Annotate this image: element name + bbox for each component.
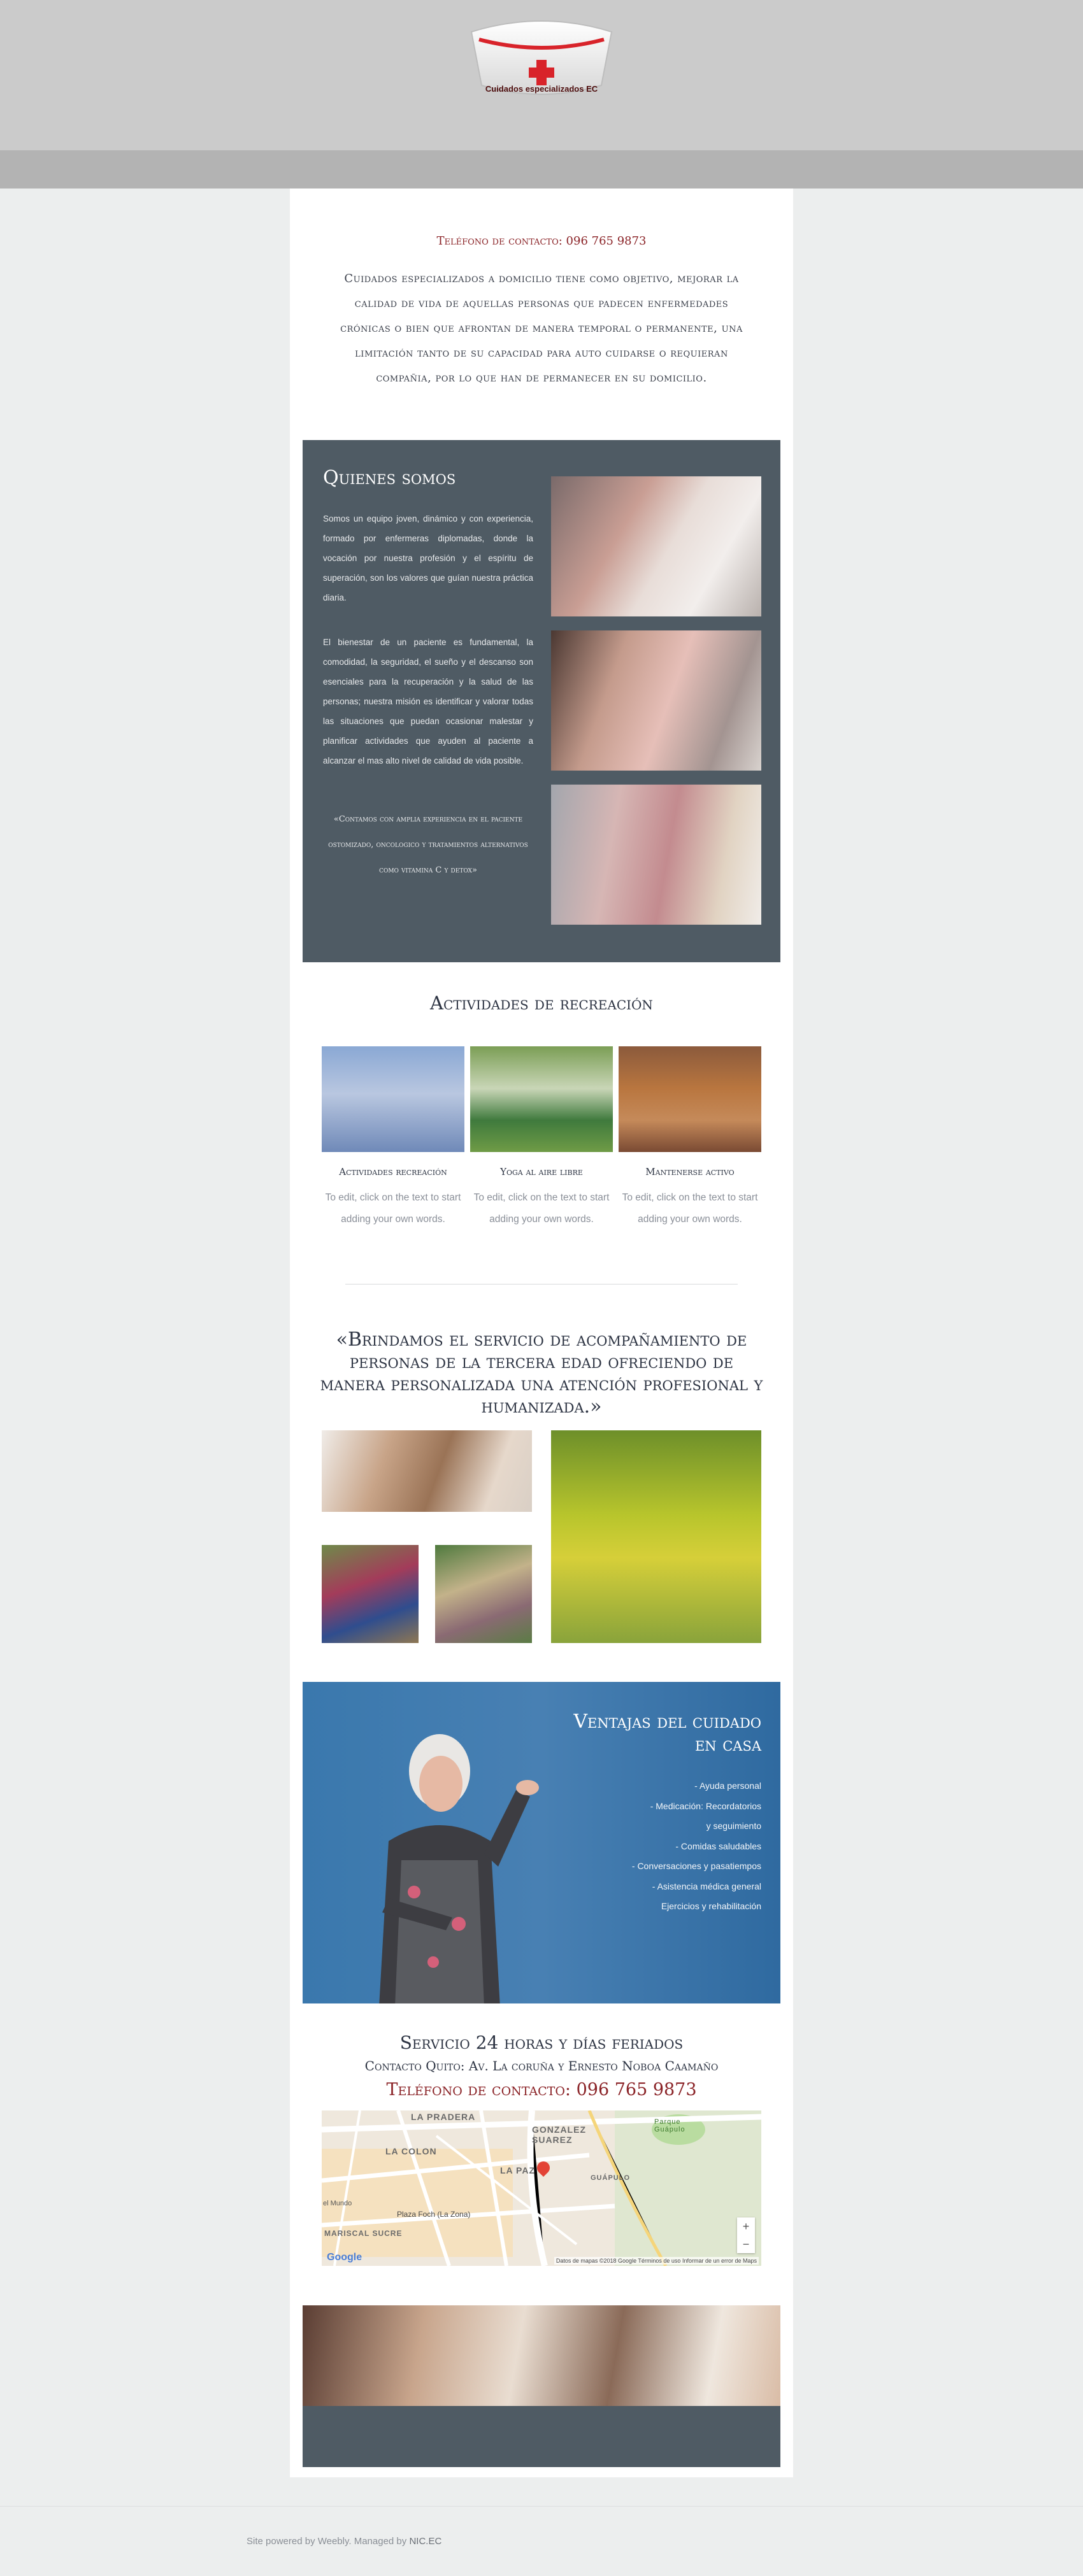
service-title: Servicio 24 horas y días feriados [399, 2032, 684, 2053]
wheelchair-photo [435, 1545, 532, 1643]
elders-laughing-photo [303, 2305, 780, 2406]
google-map[interactable]: LA PRADERA GONZALEZ SUAREZ LA COLON LA P… [322, 2110, 761, 2266]
map-label: LA PRADERA [411, 2112, 476, 2122]
list-item: - Ayuda personal [694, 1781, 761, 1791]
contact-address: Contacto Quito: Av. La coruña y Ernesto … [364, 2058, 719, 2074]
main-content: Teléfono de contacto: 096 765 9873 Cuida… [290, 189, 793, 2477]
list-item: - Medicación: Recordatorios [650, 1800, 761, 1811]
map-label: el Mundo [323, 2200, 352, 2207]
elder-woman-pointing-photo [379, 1734, 539, 2003]
yoga-photo [470, 1046, 613, 1152]
about-quote: «Contamos con amplia experiencia en el p… [328, 815, 528, 875]
map-label: Parque Guápulo [654, 2118, 685, 2133]
contact-phone-large: Teléfono de contacto: 096 765 9873 [386, 2080, 697, 2100]
elders-couple-photo [322, 1545, 419, 1643]
logo-text: Cuidados especializados EC [485, 84, 598, 94]
map-label: Plaza Foch (La Zona) [397, 2210, 471, 2219]
bottom-panel [303, 2406, 780, 2467]
map-label: GUÁPULO [591, 2174, 630, 2182]
nurse-mirror-photo [551, 630, 761, 771]
site-footer: Site powered by Weebly. Managed by NIC.E… [247, 2536, 441, 2547]
activity-text: To edit, click on the text to start addi… [622, 1192, 758, 1225]
contact-phone: Teléfono de contacto: 096 765 9873 [436, 234, 647, 248]
zoom-out-button[interactable]: − [737, 2235, 755, 2253]
map-label: LA PAZ [500, 2165, 535, 2175]
header-band [0, 150, 1083, 189]
list-item: - Asistencia médica general [652, 1881, 761, 1891]
couple-walking-field-photo [551, 1430, 761, 1643]
about-section: Quienes somos Somos un equipo joven, din… [303, 440, 780, 962]
map-attribution[interactable]: Datos de mapas ©2018 Google Términos de … [554, 2257, 759, 2265]
nurse-reading-photo [551, 785, 761, 925]
map-label: GONZALEZ SUAREZ [532, 2124, 586, 2145]
list-item: - Comidas saludables [675, 1840, 761, 1851]
service-quote: «Brindamos el servicio de acompañamiento… [320, 1328, 763, 1418]
map-label: LA COLON [385, 2146, 437, 2156]
footer-text: Site powered by Weebly. Managed by [247, 2536, 407, 2547]
activity-caption: Yoga al aire libre [500, 1166, 583, 1178]
activity-caption: Mantenerse activo [645, 1166, 735, 1178]
site-header: Cuidados especializados EC [0, 0, 1083, 150]
about-title: Quienes somos [323, 467, 456, 489]
elders-chess-photo [322, 1430, 532, 1512]
footer-divider [0, 2506, 1083, 2507]
advantages-title: Ventajas del cuidado en casa [573, 1711, 761, 1756]
map-label: MARISCAL SUCRE [324, 2229, 403, 2238]
zoom-in-button[interactable]: + [737, 2217, 755, 2235]
about-paragraph-1: Somos un equipo joven, dinámico y con ex… [323, 514, 533, 602]
list-item: - Conversaciones y pasatiempos [631, 1861, 761, 1871]
google-logo: Google [327, 2252, 362, 2263]
active-photo [619, 1046, 761, 1152]
footer-link[interactable]: NIC.EC [409, 2536, 441, 2547]
activities-photo [322, 1046, 464, 1152]
activities-title: Actividades de recreación [430, 992, 653, 1014]
map-zoom-controls: + − [737, 2217, 755, 2253]
nurse-with-elder-photo [551, 476, 761, 616]
activity-text: To edit, click on the text to start addi… [325, 1192, 461, 1225]
advantages-section: Ventajas del cuidado en casa - Ayuda per… [303, 1682, 780, 2003]
advantages-list: - Ayuda personal - Medicación: Recordato… [570, 1776, 761, 1917]
list-item: y seguimiento [706, 1821, 761, 1831]
nurse-cap-logo-icon [470, 20, 613, 95]
logo[interactable]: Cuidados especializados EC [465, 14, 618, 110]
activity-caption: Actividades recreación [339, 1166, 447, 1178]
activity-text: To edit, click on the text to start addi… [473, 1192, 610, 1225]
about-paragraph-2: El bienestar de un paciente es fundament… [323, 637, 533, 765]
intro-text: Cuidados especializados a domicilio tien… [340, 272, 743, 385]
list-item: Ejercicios y rehabilitación [661, 1901, 761, 1911]
